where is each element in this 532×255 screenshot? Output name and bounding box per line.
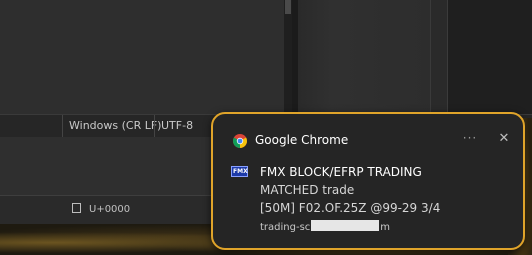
character-box-icon [72, 203, 81, 213]
encoding-indicator[interactable]: UTF-8 [154, 115, 203, 137]
notification-title: FMX BLOCK/EFRP TRADING [260, 165, 422, 179]
vertical-scrollbar[interactable] [284, 0, 292, 114]
chrome-notification-toast[interactable]: Google Chrome ··· ✕ FMX FMX BLOCK/EFRP T… [211, 112, 525, 250]
editor-area[interactable] [0, 0, 292, 114]
codepoint-label: U+0000 [89, 204, 131, 215]
more-options-button[interactable]: ··· [459, 128, 481, 150]
source-suffix: m [380, 222, 391, 233]
notification-body-line: MATCHED trade [260, 183, 355, 197]
line-ending-indicator[interactable]: Windows (CR LF) [62, 115, 161, 137]
redacted-text [311, 220, 380, 231]
close-button[interactable]: ✕ [493, 128, 515, 150]
chrome-icon [233, 134, 247, 148]
notification-body-line: [50M] F02.OF.25Z @99-29 3/4 [260, 201, 441, 215]
right-panel-inner [447, 0, 532, 118]
notification-app-name: Google Chrome [255, 133, 349, 147]
fmx-logo-icon: FMX [231, 166, 248, 177]
notification-source: trading-sc m [260, 220, 390, 233]
codepoint-indicator[interactable]: U+0000 [72, 196, 130, 224]
source-prefix: trading-sc [260, 222, 311, 233]
scrollbar-thumb[interactable] [285, 0, 291, 14]
fmx-logo-text: FMX [233, 168, 248, 175]
notification-header: Google Chrome ··· ✕ [213, 114, 523, 164]
right-panel [430, 0, 532, 118]
editor-side-pane [292, 0, 430, 114]
